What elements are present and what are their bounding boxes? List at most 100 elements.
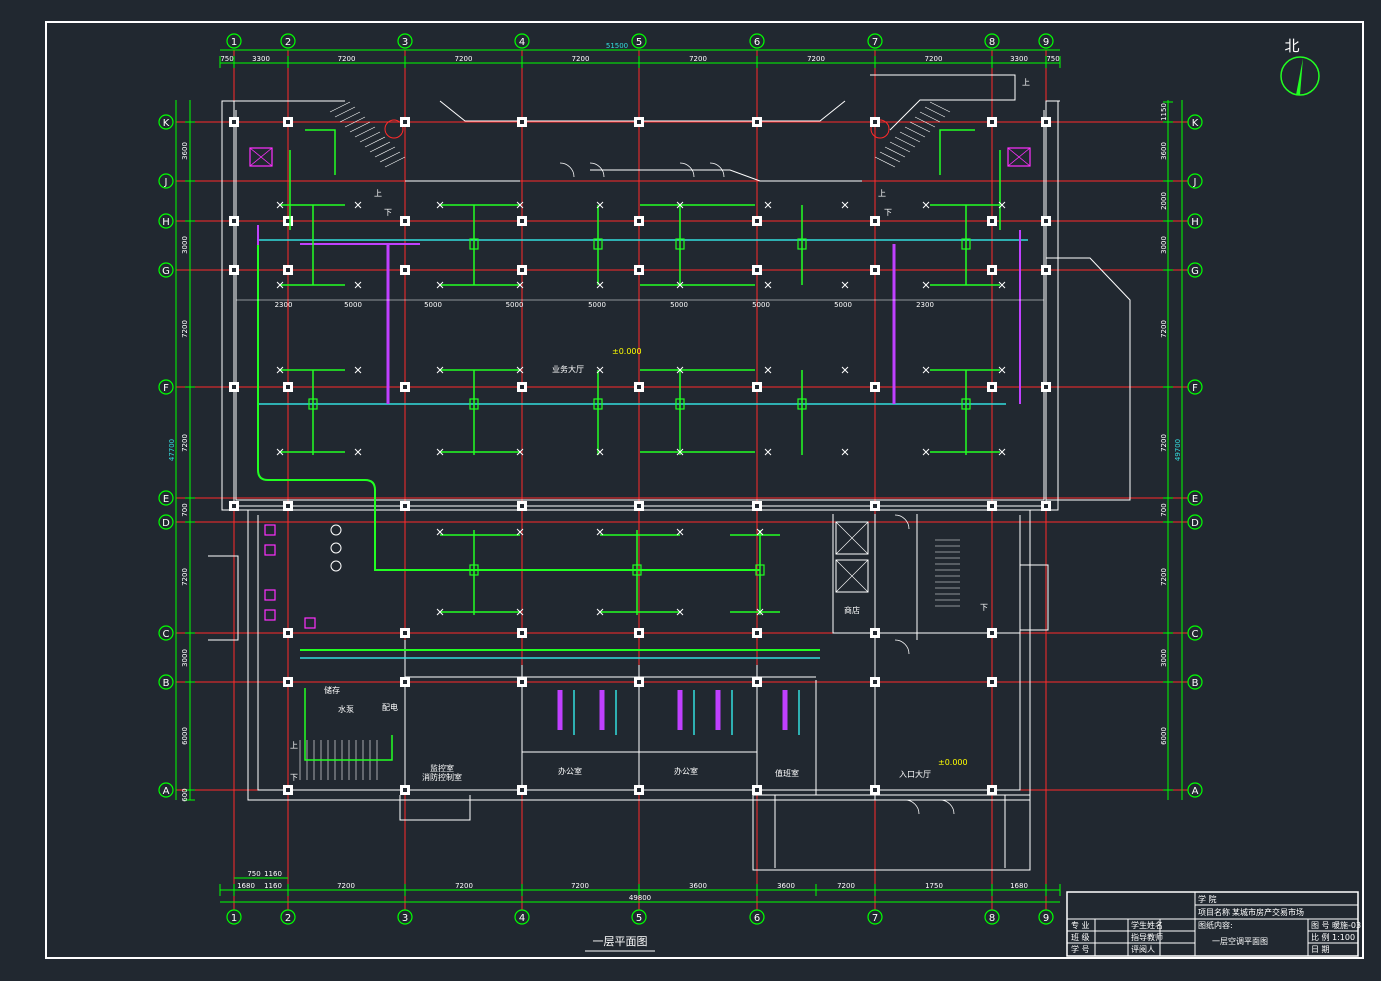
column-core <box>232 268 236 272</box>
dim-bottom-seg: 1680 <box>237 882 255 890</box>
axis-label-row-A: A <box>1192 786 1199 797</box>
dim-top-seg: 7200 <box>572 55 590 63</box>
dim-right-seg: 3000 <box>1160 649 1168 667</box>
axis-label-col-6: 6 <box>754 37 760 48</box>
axis-label-col-2: 2 <box>285 913 291 924</box>
diffuser <box>841 448 849 456</box>
stair-up-3: 上 <box>1022 78 1030 87</box>
wall-lower-rooms <box>404 640 817 795</box>
tb-drawing-no-label: 图 号 <box>1311 921 1330 930</box>
axis-label-col-4: 4 <box>519 37 525 48</box>
stair-duct-ne <box>939 129 1001 230</box>
axis-label-row-D: D <box>1191 518 1199 529</box>
cad-drawing: 51500750 3300 7200 7200 7200 7200 7200 7200 3300… <box>45 21 1364 959</box>
stair-tread <box>379 151 401 163</box>
column-core <box>873 788 877 792</box>
column-core <box>990 680 994 684</box>
column-core <box>755 680 759 684</box>
dim-bottom-seg: 7200 <box>837 882 855 890</box>
door-swing <box>904 799 920 815</box>
dim-inner-seg: 5000 <box>752 301 770 309</box>
column-core <box>755 631 759 635</box>
dim-inner-seg: 2300 <box>275 301 293 309</box>
tb-project-label: 项目名称 <box>1198 907 1230 917</box>
stair-tread <box>899 131 921 143</box>
axis-label-row-J: J <box>164 177 168 188</box>
column-core <box>520 631 524 635</box>
dim-top-seg: 7200 <box>455 55 473 63</box>
tb-student-no: 学 号 <box>1071 944 1090 954</box>
stair-tread <box>349 121 371 133</box>
column-core <box>286 680 290 684</box>
column-core <box>1044 385 1048 389</box>
room-control: 监控室 <box>430 763 454 773</box>
axis-label-row-A: A <box>163 786 170 797</box>
stair-up-1: 上 <box>374 189 382 198</box>
axis-label-row-C: C <box>1192 629 1199 640</box>
room-office-1: 办公室 <box>558 766 582 776</box>
diffuser <box>354 448 362 456</box>
column-core <box>637 504 641 508</box>
column-core <box>637 219 641 223</box>
dim-inner-seg: 5000 <box>344 301 362 309</box>
dim-bottom-seg: 7200 <box>455 882 473 890</box>
dim-inner-seg: 5000 <box>834 301 852 309</box>
column-core <box>286 268 290 272</box>
dim-left-seg: 600 <box>181 788 189 801</box>
toilet-fixture <box>264 524 276 536</box>
dim-bottom-total: 49800 <box>629 894 651 902</box>
duct-stair-loop <box>304 688 393 761</box>
room-hall: 业务大厅 <box>552 364 584 374</box>
diffuser <box>354 366 362 374</box>
stair-tread <box>339 111 361 123</box>
dim-left-seg: 3600 <box>181 142 189 160</box>
wash-basin <box>330 542 342 554</box>
diffuser <box>922 281 930 289</box>
diffuser <box>436 528 444 536</box>
diffuser <box>676 528 684 536</box>
column-core <box>232 504 236 508</box>
column-core <box>637 268 641 272</box>
dim-bottom-small-1: 750 <box>247 870 260 878</box>
dim-left-seg: 7200 <box>181 320 189 338</box>
diffuser <box>354 201 362 209</box>
column-core <box>990 120 994 124</box>
column-core <box>873 219 877 223</box>
axis-label-col-8: 8 <box>989 913 995 924</box>
stair-tread <box>929 101 951 113</box>
door-swing <box>939 799 955 815</box>
axis-label-row-C: C <box>163 629 170 640</box>
column-core <box>403 631 407 635</box>
dim-top-seg: 7200 <box>807 55 825 63</box>
column-core <box>286 788 290 792</box>
diffuser <box>764 448 772 456</box>
column-core <box>403 385 407 389</box>
column-core <box>1044 120 1048 124</box>
axis-label-col-9: 9 <box>1043 913 1049 924</box>
stair-tread <box>884 146 906 158</box>
diffuser <box>596 528 604 536</box>
diffuser <box>922 366 930 374</box>
column-core <box>286 120 290 124</box>
dim-left-seg: 3000 <box>181 649 189 667</box>
dim-left-seg: 3000 <box>181 236 189 254</box>
column-core <box>873 120 877 124</box>
dim-inner-seg: 5000 <box>670 301 688 309</box>
axis-label-col-8: 8 <box>989 37 995 48</box>
tb-scale-label: 比 例 <box>1311 932 1330 942</box>
dim-left-seg: 6000 <box>181 727 189 745</box>
column-core <box>403 268 407 272</box>
stair-tread <box>879 151 901 163</box>
axis-label-row-D: D <box>162 518 170 529</box>
dim-inner-seg: 5000 <box>588 301 606 309</box>
stair-tread <box>904 126 926 138</box>
room-control-2: 消防控制室 <box>422 772 462 782</box>
stair-tread <box>354 126 376 138</box>
stair-tread <box>374 146 396 158</box>
column-core <box>990 504 994 508</box>
dim-top-seg: 7200 <box>338 55 356 63</box>
column-core <box>403 680 407 684</box>
wash-basin <box>330 524 342 536</box>
tb-student-name: 学生姓名 <box>1131 920 1163 930</box>
axis-label-col-1: 1 <box>231 913 237 924</box>
